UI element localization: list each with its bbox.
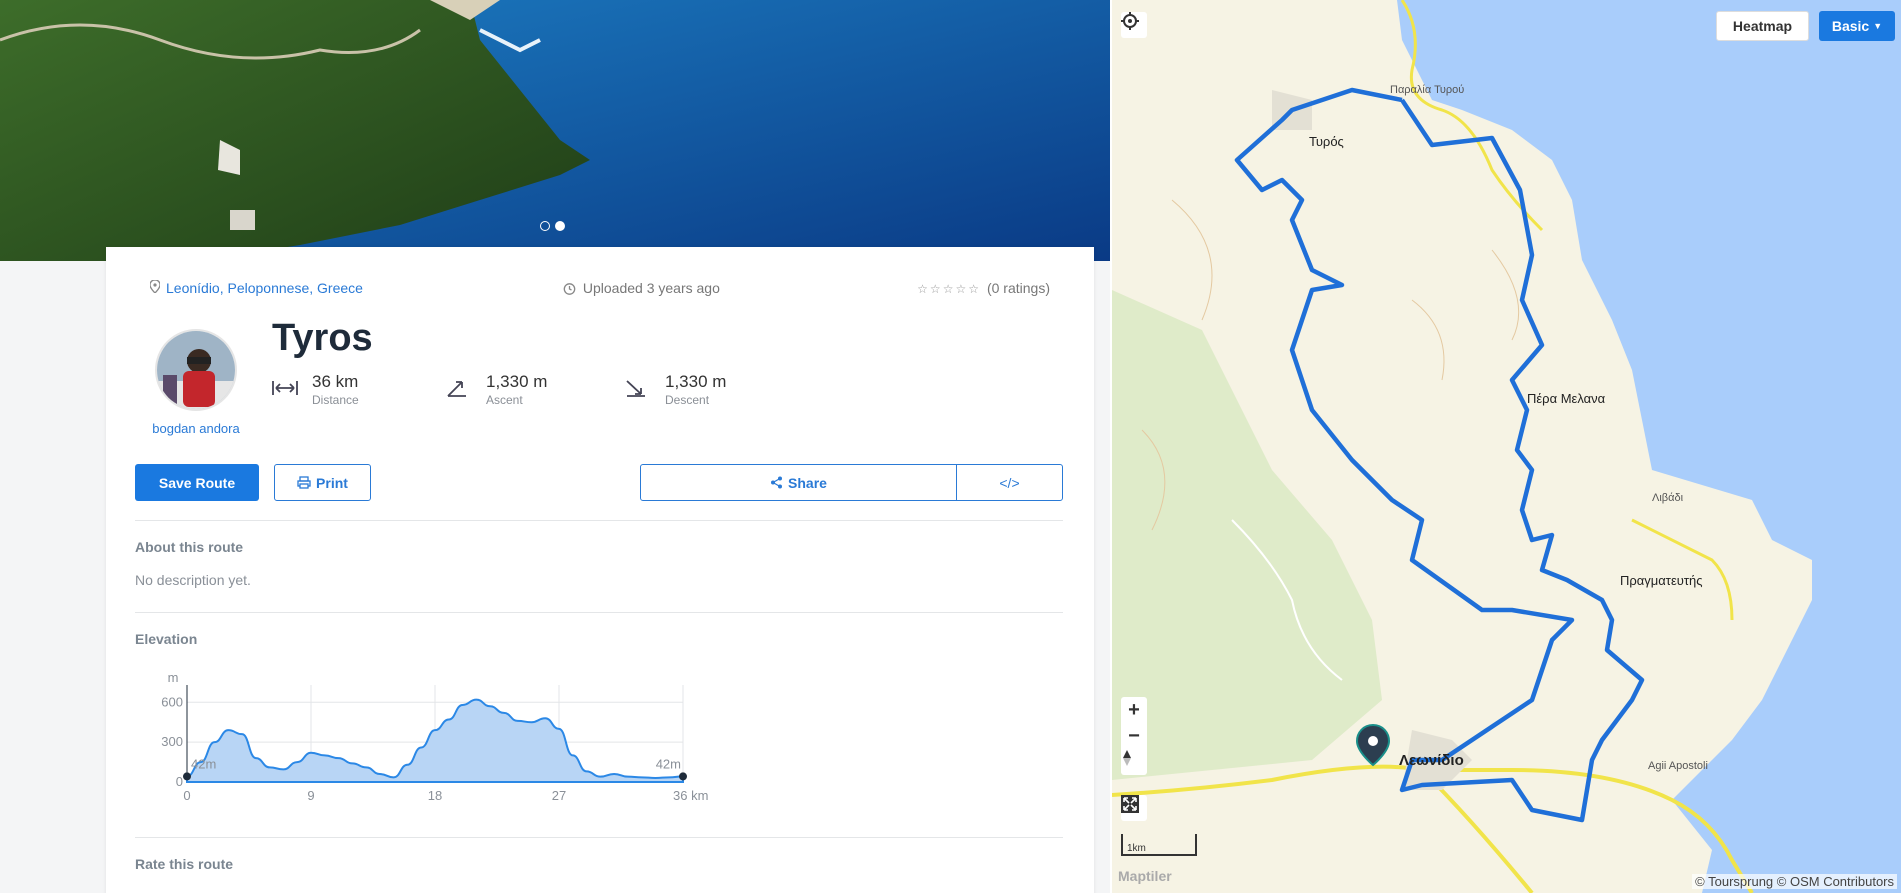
elevation-chart[interactable]: m 600 300 0 0 9 18 27 36 km 42m 42m [135, 667, 735, 817]
route-details-panel: Leonídio, Peloponnese, Greece Uploaded 3… [0, 0, 1110, 893]
route-meta: Leonídio, Peloponnese, Greece Uploaded 3… [149, 279, 1050, 298]
distance-icon [272, 378, 298, 398]
divider [135, 837, 1063, 838]
clock-icon [563, 280, 583, 296]
zoom-in-icon: + [1128, 698, 1140, 721]
author-avatar[interactable] [155, 329, 237, 411]
map-label-agii-apostoli: Agii Apostoli [1648, 760, 1708, 772]
map-pin-icon [149, 279, 161, 296]
descent-icon [625, 378, 651, 398]
ascent-label: Ascent [486, 393, 523, 407]
zoom-out-icon: − [1128, 724, 1140, 747]
heatmap-button[interactable]: Heatmap [1716, 11, 1809, 41]
x-tick-label: 36 km [673, 788, 708, 803]
zoom-in-button[interactable]: + [1121, 697, 1147, 723]
hero-image-carousel[interactable] [0, 0, 1110, 261]
printer-icon [297, 475, 316, 491]
start-marker [183, 772, 191, 781]
map-label-tyros: Τυρός [1309, 134, 1344, 149]
author-name[interactable]: bogdan andora [150, 421, 242, 436]
about-text: No description yet. [135, 572, 251, 588]
map-label-leonidio: Λεωνίδιο [1399, 752, 1464, 769]
map-label-pera-melana: Πέρα Μελανα [1527, 391, 1606, 406]
about-heading: About this route [135, 539, 244, 555]
x-tick-label: 0 [183, 788, 190, 803]
map-label-paralia: Παραλία Τυρού [1390, 84, 1465, 96]
elevation-heading: Elevation [135, 631, 198, 647]
route-title: Tyros [272, 317, 373, 359]
heatmap-label: Heatmap [1732, 18, 1793, 34]
carousel-dot-1[interactable] [540, 221, 550, 231]
map-scale-bar: 1km [1121, 834, 1197, 856]
divider [135, 612, 1063, 613]
caret-down-icon: ▼ [1873, 21, 1883, 31]
locate-me-button[interactable] [1121, 12, 1147, 38]
start-elevation-label: 42m [191, 756, 216, 771]
compass-button[interactable] [1121, 749, 1147, 775]
map-label-pragmateftis: Πραγματευτής [1620, 573, 1703, 588]
upload-text: Uploaded 3 years ago [582, 280, 720, 296]
ratings-count: (0 ratings) [986, 280, 1050, 296]
x-tick-label: 18 [428, 788, 442, 803]
x-tick-label: 27 [552, 788, 566, 803]
map-style-label: Basic [1831, 18, 1870, 34]
share-label: Share [788, 474, 827, 491]
fullscreen-button[interactable] [1121, 795, 1147, 821]
y-tick-label: 0 [176, 774, 183, 789]
location-text[interactable]: Leonídio, Peloponnese, Greece [166, 280, 363, 296]
location-link[interactable]: Leonídio, Peloponnese, Greece [149, 279, 363, 296]
map-canvas [1112, 0, 1901, 893]
distance-label: Distance [312, 393, 359, 407]
end-marker [679, 772, 687, 781]
distance-value: 36 km [312, 372, 359, 391]
share-button[interactable]: Share [640, 464, 957, 501]
scale-label: 1km [1127, 843, 1146, 854]
ascent-value: 1,330 m [486, 372, 548, 391]
descent-value: 1,330 m [665, 372, 727, 391]
share-icon [770, 475, 788, 491]
y-tick-label: 300 [161, 734, 183, 749]
route-card: Leonídio, Peloponnese, Greece Uploaded 3… [106, 247, 1094, 893]
divider [135, 520, 1063, 521]
x-tick-label: 9 [307, 788, 314, 803]
zoom-out-button[interactable]: − [1121, 723, 1147, 749]
carousel-dot-2[interactable] [555, 221, 565, 231]
x-axis-ticks: 0 9 18 27 36 km [183, 788, 708, 803]
rate-heading: Rate this route [135, 856, 234, 872]
maptiler-logo[interactable]: Maptiler [1118, 868, 1172, 884]
descent-label: Descent [665, 393, 710, 407]
y-axis-ticks: 600 300 0 [161, 694, 183, 789]
map-style-dropdown[interactable]: Basic ▼ [1819, 11, 1895, 41]
y-tick-label: 600 [161, 694, 183, 709]
map-label-livadi: Λιβάδι [1652, 492, 1684, 504]
app-root: Leonídio, Peloponnese, Greece Uploaded 3… [0, 0, 1901, 893]
embed-code-icon: </> [999, 474, 1020, 491]
rating-summary: ☆☆☆☆☆ (0 ratings) [917, 280, 1050, 296]
carousel-dots [540, 221, 565, 231]
ascent-icon [446, 378, 472, 398]
embed-button[interactable]: </> [956, 464, 1063, 501]
print-button[interactable]: Print [274, 464, 371, 501]
y-unit-label: m [168, 670, 179, 685]
print-label: Print [316, 474, 348, 491]
star-rating-icon: ☆☆☆☆☆ [917, 282, 981, 296]
route-map[interactable]: Παραλία Τυρού Τυρός Πέρα Μελανα Λιβάδι Π… [1110, 0, 1901, 893]
end-elevation-label: 42m [656, 756, 681, 771]
upload-info: Uploaded 3 years ago [563, 280, 720, 296]
save-route-button[interactable]: Save Route [135, 464, 259, 501]
save-route-label: Save Route [158, 474, 236, 491]
map-attribution[interactable]: © Toursprung © OSM Contributors [1692, 874, 1897, 889]
